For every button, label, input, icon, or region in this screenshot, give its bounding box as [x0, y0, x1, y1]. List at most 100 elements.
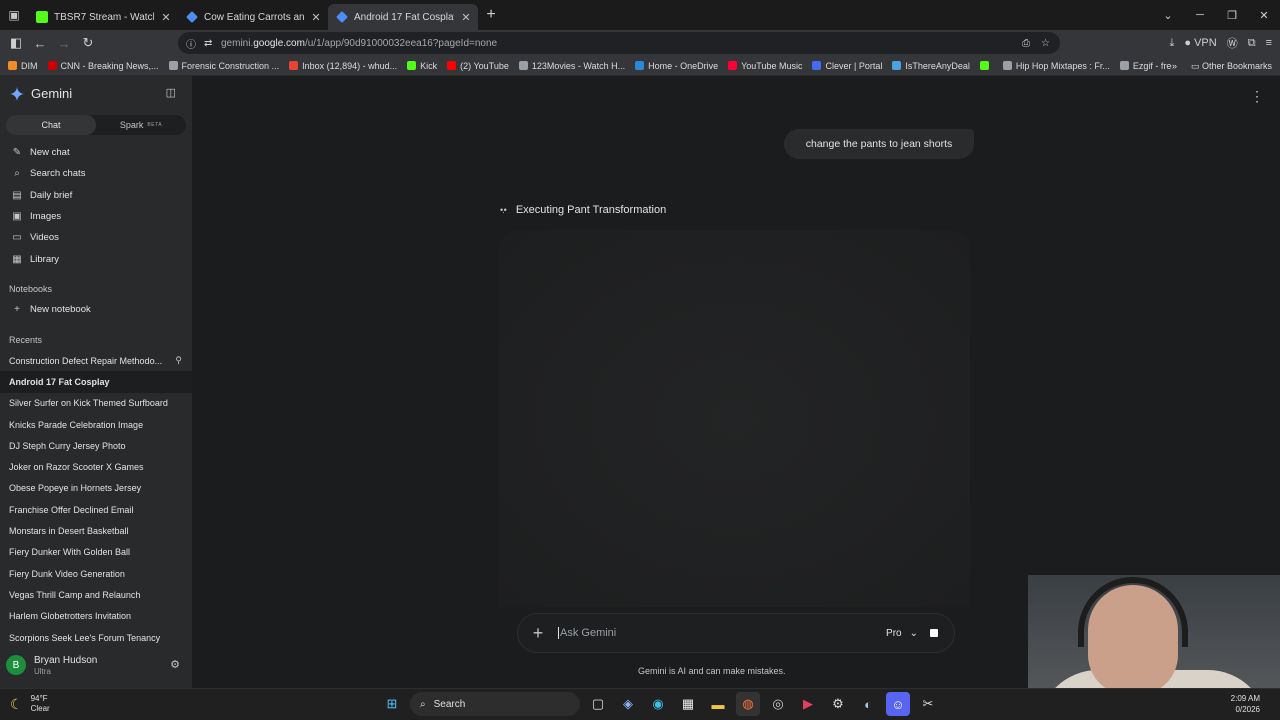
sidebar-item-images[interactable]: ▣ Images	[0, 206, 192, 227]
recent-chat[interactable]: DJ Steph Curry Jersey Photo	[0, 435, 192, 456]
recent-chat-label: Fiery Dunker With Golden Ball	[9, 547, 131, 558]
mode-switch: Chat Spark BETA	[6, 115, 186, 135]
install-app-icon[interactable]: ⎙	[1022, 38, 1030, 49]
menu-icon[interactable]: ≡	[1266, 37, 1272, 49]
profile-icon[interactable]: Ⓦ	[1227, 35, 1238, 51]
back-icon[interactable]: ←	[28, 36, 52, 51]
reload-icon[interactable]: ↻	[76, 35, 100, 51]
recent-chat-active[interactable]: Android 17 Fat Cosplay	[0, 371, 192, 393]
tab-title: Android 17 Fat Cosplay - Googl	[354, 11, 454, 23]
collapse-sidebar-icon[interactable]: ◫	[166, 86, 176, 99]
site-info-icon[interactable]: ⓘ	[186, 36, 196, 51]
bookmark-item[interactable]: IsThereAnyDeal	[892, 61, 970, 71]
settings-gear-icon[interactable]: ⚙	[170, 658, 180, 671]
tab-spark[interactable]: Spark BETA	[96, 115, 186, 135]
recent-chat[interactable]: Vegas Thrill Camp and Relaunch	[0, 584, 192, 605]
start-icon[interactable]: ⊞	[380, 692, 404, 716]
settings-icon[interactable]: ⚙	[826, 692, 850, 716]
snipping-tool-icon[interactable]: ✂	[916, 692, 940, 716]
prompt-input[interactable]: Ask Gemini	[558, 627, 886, 640]
other-bookmarks[interactable]: ▭ Other Bookmarks	[1191, 61, 1272, 72]
stop-generation-button[interactable]	[930, 629, 938, 637]
weather-widget[interactable]: ☾ 94°F Clear	[10, 694, 50, 714]
close-icon[interactable]: ✕	[460, 11, 472, 24]
recent-chat[interactable]: Franchise Offer Declined Email	[0, 499, 192, 520]
download-icon[interactable]: ⤓	[1170, 37, 1175, 50]
gemini-logo[interactable]: Gemini	[10, 86, 72, 101]
new-notebook-label: New notebook	[30, 304, 91, 316]
recent-chat[interactable]: Obese Popeye in Hornets Jersey	[0, 478, 192, 499]
app-icon[interactable]: ◎	[766, 692, 790, 716]
file-explorer-icon[interactable]: ▬	[706, 692, 730, 716]
bookmark-item[interactable]: CNN - Breaking News,...	[47, 60, 159, 71]
recent-chat[interactable]: Joker on Razor Scooter X Games	[0, 456, 192, 477]
chevron-right-icon[interactable]: »	[1172, 61, 1177, 71]
bookmark-star-icon[interactable]: ☆	[1041, 38, 1050, 49]
recent-chat[interactable]: Fiery Dunk Video Generation	[0, 563, 192, 584]
sidebar-item-daily-brief[interactable]: ▤ Daily brief	[0, 185, 192, 206]
edge-icon[interactable]: ◉	[646, 692, 670, 716]
media-icon[interactable]: ▶	[796, 692, 820, 716]
close-icon[interactable]: ✕	[160, 11, 172, 24]
extensions-icon[interactable]: ⧉	[1248, 37, 1256, 50]
window-close-icon[interactable]: ✕	[1248, 9, 1280, 22]
discord-icon[interactable]: ☺	[886, 692, 910, 716]
tab-chat[interactable]: Chat	[6, 115, 96, 135]
maximize-icon[interactable]: ❐	[1216, 9, 1248, 22]
add-attachment-icon[interactable]: +	[518, 623, 558, 644]
recent-chat[interactable]: Construction Defect Repair Methodo... ⚲	[0, 350, 192, 371]
sidebar-item-search-chats[interactable]: ⌕ Search chats	[0, 163, 192, 184]
sidebar-item-videos[interactable]: ▭ Videos	[0, 227, 192, 248]
chevron-down-icon: ⌄	[909, 627, 918, 639]
bookmark-item[interactable]: Inbox (12,894) - whud...	[289, 61, 397, 71]
new-tab-button[interactable]: +	[478, 6, 504, 24]
user-account[interactable]: B Bryan Hudson Ultra ⚙	[6, 649, 186, 681]
bookmark-item[interactable]: Kick	[407, 61, 437, 71]
site-settings-icon[interactable]: ⇄	[204, 38, 212, 49]
browser-tab[interactable]: TBSR7 Stream - Watch Live ✕	[28, 4, 178, 30]
forward-icon[interactable]: →	[52, 36, 76, 51]
recent-chat[interactable]: Harlem Globetrotters Invitation	[0, 606, 192, 627]
store-icon[interactable]: ▦	[676, 692, 700, 716]
bookmark-item[interactable]: Forensic Construction ...	[168, 61, 279, 71]
bookmark-item[interactable]: 123Movies - Watch H...	[518, 61, 625, 71]
sidebar-toggle-icon[interactable]: ◧	[4, 35, 28, 51]
bookmark-item[interactable]: Hip Hop Mixtapes : Fr...	[1002, 61, 1110, 71]
system-clock[interactable]: 2:09 AM 0/2026	[1231, 693, 1260, 715]
recent-chat[interactable]: Knicks Parade Celebration Image	[0, 414, 192, 435]
bookmark-label: CNN - Breaking News,...	[60, 60, 159, 71]
library-icon: ▦	[12, 253, 22, 265]
sidebar-item-library[interactable]: ▦ Library	[0, 248, 192, 269]
bookmark-item[interactable]: Home - OneDrive	[635, 61, 718, 71]
bookmark-favicon-icon	[728, 61, 738, 70]
recent-chat-label: Harlem Globetrotters Invitation	[9, 611, 132, 622]
sidebar-item-new-chat[interactable]: ✎ New chat	[0, 142, 192, 163]
nav-label: Daily brief	[30, 189, 73, 201]
bookmark-item[interactable]: DIM	[8, 61, 38, 71]
browser-tab[interactable]: Cow Eating Carrots and Eggpla ✕	[178, 4, 328, 30]
bookmark-item[interactable]: Clever | Portal	[812, 61, 882, 71]
tab-actions-icon[interactable]: ▣	[0, 0, 28, 30]
browser-tab-active[interactable]: Android 17 Fat Cosplay - Googl ✕	[328, 4, 478, 30]
minimize-icon[interactable]: ─	[1184, 9, 1216, 21]
recent-chat[interactable]: Fiery Dunker With Golden Ball	[0, 542, 192, 563]
bookmark-item[interactable]: (2) YouTube	[447, 61, 509, 71]
recent-chat[interactable]: Scorpions Seek Lee's Forum Tenancy	[0, 627, 192, 648]
tab-search-icon[interactable]: ⌄	[1152, 9, 1184, 22]
recent-chat[interactable]: Silver Surfer on Kick Themed Surfboard	[0, 393, 192, 414]
steam-icon[interactable]: ◐	[856, 692, 880, 716]
firefox-icon[interactable]: ◍	[736, 692, 760, 716]
bookmark-item[interactable]	[979, 61, 993, 70]
address-bar[interactable]: ⓘ ⇄ gemini.google.com/u/1/app/90d9100003…	[178, 32, 1060, 54]
taskbar-search[interactable]: ⌕ Search	[410, 692, 580, 716]
recent-chat[interactable]: Monstars in Desert Basketball	[0, 520, 192, 541]
bookmark-item[interactable]: YouTube Music	[728, 61, 802, 71]
pin-icon[interactable]: ⚲	[175, 355, 182, 366]
copilot-icon[interactable]: ◈	[616, 692, 640, 716]
task-view-icon[interactable]: ▢	[586, 692, 610, 716]
new-notebook-button[interactable]: + New notebook	[0, 299, 192, 320]
more-options-icon[interactable]: ⋮	[1250, 88, 1264, 105]
close-icon[interactable]: ✕	[310, 11, 322, 24]
model-selector[interactable]: Pro ⌄	[886, 628, 918, 639]
vpn-button[interactable]: ● VPN	[1184, 37, 1216, 49]
